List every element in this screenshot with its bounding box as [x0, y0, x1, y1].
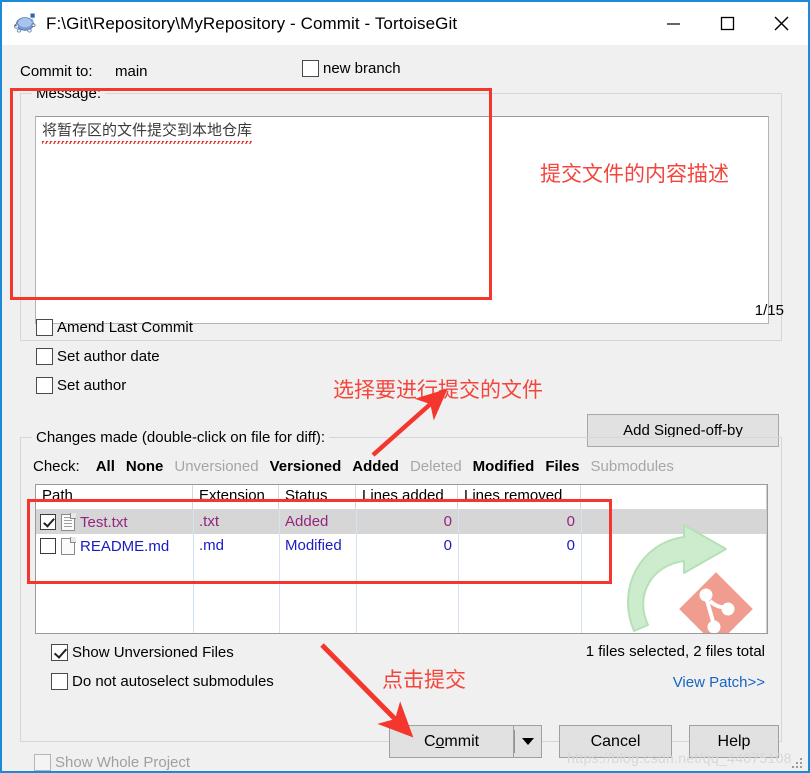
option-show-unversioned-files[interactable]: Show Unversioned Files: [51, 638, 274, 667]
row-path-value: Test.txt: [80, 513, 128, 531]
row-lines-removed-value: 0: [566, 537, 575, 554]
amend-last-commit-label: Amend Last Commit: [57, 319, 193, 336]
commit-options-list: Amend Last Commit Set author date Set au…: [36, 313, 193, 400]
tortoisegit-icon: [12, 11, 38, 37]
check-filter-added[interactable]: Added: [352, 458, 399, 475]
column-header-filler: [581, 485, 767, 509]
row-path-cell[interactable]: Test.txt: [36, 510, 193, 534]
row-lines-added-value: 0: [443, 537, 452, 554]
table-row[interactable]: Test.txt .txt Added 0 0: [36, 510, 767, 534]
option-do-not-autoselect-submodules[interactable]: Do not autoselect submodules: [51, 667, 274, 696]
option-show-whole-project: Show Whole Project: [34, 748, 191, 771]
row-status-value: Modified: [285, 537, 342, 554]
new-branch-label: new branch: [323, 60, 401, 77]
changes-made-group: Changes made (double-click on file for d…: [20, 429, 782, 742]
commit-to-label: Commit to:: [20, 63, 93, 80]
show-whole-project-label: Show Whole Project: [55, 754, 191, 771]
minimize-icon[interactable]: [646, 2, 700, 45]
view-patch-link[interactable]: View Patch>>: [673, 674, 765, 691]
table-row[interactable]: README.md .md Modified 0 0: [36, 534, 767, 558]
resize-grip[interactable]: [790, 756, 802, 768]
commit-to-branch-value: main: [115, 63, 148, 80]
option-set-author-date[interactable]: Set author date: [36, 342, 193, 371]
check-filter-none[interactable]: None: [126, 458, 164, 475]
commit-message-input[interactable]: 将暂存区的文件提交到本地仓库: [35, 116, 769, 324]
do-not-autoselect-submodules-checkbox[interactable]: [51, 673, 68, 690]
do-not-autoselect-submodules-label: Do not autoselect submodules: [72, 673, 274, 690]
title-bar: F:\Git\Repository\MyRepository - Commit …: [2, 2, 808, 45]
show-whole-project-checkbox: [34, 754, 51, 771]
cancel-button[interactable]: Cancel: [559, 725, 672, 758]
row-lines-added-value: 0: [443, 513, 452, 530]
new-branch-checkbox-box[interactable]: [302, 60, 319, 77]
row-checkbox[interactable]: [40, 514, 56, 530]
set-author-date-checkbox[interactable]: [36, 348, 53, 365]
row-filler: [581, 510, 767, 534]
blank-file-icon: [61, 536, 76, 555]
row-status-value: Added: [285, 513, 329, 530]
file-list-right-edge: [766, 485, 767, 633]
commit-dropdown-button[interactable]: [514, 725, 542, 758]
commit-message-text: 将暂存区的文件提交到本地仓库: [42, 121, 253, 144]
footer-options: Show Whole Project Message only: [34, 748, 191, 771]
check-filter-all[interactable]: All: [96, 458, 115, 475]
check-filter-deleted[interactable]: Deleted: [410, 458, 462, 475]
row-extension-value: .txt: [199, 513, 220, 530]
set-author-label: Set author: [57, 377, 127, 394]
set-author-checkbox[interactable]: [36, 377, 53, 394]
new-branch-checkbox[interactable]: new branch: [302, 60, 401, 77]
window-title: F:\Git\Repository\MyRepository - Commit …: [46, 13, 458, 33]
window-controls: [646, 2, 808, 45]
check-filter-modified[interactable]: Modified: [473, 458, 535, 475]
row-extension-value: .md: [199, 537, 225, 554]
changes-group-title: Changes made (double-click on file for d…: [32, 429, 330, 446]
column-header-lines-added[interactable]: Lines added: [356, 485, 458, 509]
message-group: Message: 将暂存区的文件提交到本地仓库: [20, 85, 782, 341]
column-header-lines-removed[interactable]: Lines removed: [458, 485, 581, 509]
set-author-date-label: Set author date: [57, 348, 160, 365]
chevron-down-icon: [521, 738, 534, 745]
show-unversioned-files-checkbox[interactable]: [51, 644, 68, 661]
check-label: Check:: [33, 458, 80, 475]
commit-button-label: Commit: [423, 732, 480, 750]
commit-to-row: Commit to: main new branch: [20, 60, 780, 85]
dropdown-separator: [514, 730, 515, 753]
file-selection-status: 1 files selected, 2 files total: [585, 643, 765, 660]
check-filter-row: Check: All None Unversioned Versioned Ad…: [33, 458, 685, 475]
row-path-cell[interactable]: README.md: [36, 534, 193, 558]
row-checkbox[interactable]: [40, 538, 56, 554]
row-lines-removed-value: 0: [566, 513, 575, 530]
text-file-icon: [61, 512, 76, 531]
column-header-extension[interactable]: Extension: [193, 485, 279, 509]
commit-button[interactable]: Commit: [389, 725, 514, 758]
row-path-value: README.md: [80, 537, 170, 555]
amend-last-commit-checkbox[interactable]: [36, 319, 53, 336]
file-list-options: Show Unversioned Files Do not autoselect…: [51, 638, 274, 696]
check-filter-versioned[interactable]: Versioned: [270, 458, 342, 475]
maximize-icon[interactable]: [700, 2, 754, 45]
close-icon[interactable]: [754, 2, 808, 45]
message-char-counter: 1/15: [754, 302, 784, 319]
dialog-client-area: Commit to: main new branch Message: 将暂存区…: [4, 45, 806, 771]
message-group-title: Message:: [32, 85, 106, 102]
check-filter-files[interactable]: Files: [545, 458, 579, 475]
column-header-path[interactable]: Path: [36, 485, 193, 509]
check-filter-submodules[interactable]: Submodules: [591, 458, 674, 475]
column-header-status[interactable]: Status: [279, 485, 356, 509]
file-list-header: Path Extension Status Lines added Lines …: [36, 485, 767, 510]
option-set-author[interactable]: Set author: [36, 371, 193, 400]
file-list[interactable]: Path Extension Status Lines added Lines …: [35, 484, 768, 634]
help-button[interactable]: Help: [689, 725, 779, 758]
row-filler: [581, 534, 767, 558]
show-unversioned-files-label: Show Unversioned Files: [72, 644, 234, 661]
option-amend-last-commit[interactable]: Amend Last Commit: [36, 313, 193, 342]
check-filter-unversioned[interactable]: Unversioned: [174, 458, 258, 475]
tortoisegit-commit-window: F:\Git\Repository\MyRepository - Commit …: [0, 0, 810, 773]
